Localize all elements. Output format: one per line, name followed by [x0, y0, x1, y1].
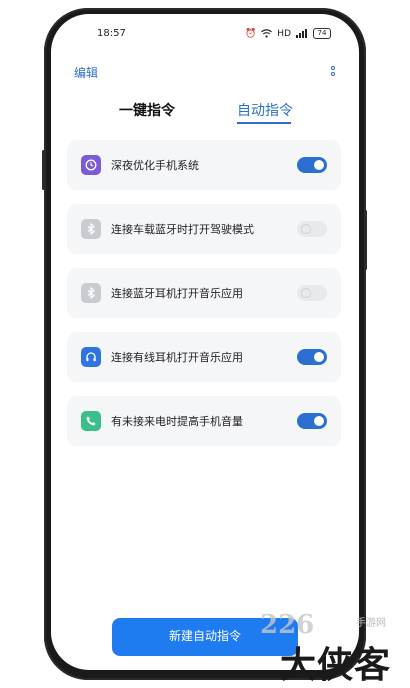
- signal-icon: [296, 29, 307, 38]
- screen: 18:57 ⏰ HD 74 编辑 一键指令 自动指令 深夜优化手机系统 连接车载…: [51, 14, 359, 670]
- item-label: 连接蓝牙耳机打开音乐应用: [111, 287, 243, 300]
- toggle-switch[interactable]: [297, 413, 327, 429]
- list-item[interactable]: 连接车载蓝牙时打开驾驶模式: [67, 204, 341, 254]
- alarm-icon: ⏰: [245, 28, 257, 39]
- list-item[interactable]: 深夜优化手机系统: [67, 140, 341, 190]
- toggle-switch[interactable]: [297, 157, 327, 173]
- status-time: 18:57: [97, 28, 126, 39]
- list-item[interactable]: 有未接来电时提高手机音量: [67, 396, 341, 446]
- battery-icon: 74: [313, 28, 331, 39]
- hd-label: HD: [277, 28, 291, 39]
- bluetooth-icon: [81, 219, 101, 239]
- volume-button: [42, 150, 45, 190]
- toggle-switch[interactable]: [297, 221, 327, 237]
- new-auto-command-button[interactable]: 新建自动指令: [112, 618, 298, 656]
- phone-icon: [81, 411, 101, 431]
- list-item[interactable]: 连接蓝牙耳机打开音乐应用: [67, 268, 341, 318]
- toggle-switch[interactable]: [297, 285, 327, 301]
- item-label: 深夜优化手机系统: [111, 159, 199, 172]
- headset-icon: [81, 347, 101, 367]
- item-label: 有未接来电时提高手机音量: [111, 415, 243, 428]
- edit-button[interactable]: 编辑: [74, 64, 98, 81]
- more-options-icon[interactable]: [331, 66, 335, 78]
- item-label: 连接车载蓝牙时打开驾驶模式: [111, 223, 254, 236]
- tab-auto-commands[interactable]: 自动指令: [237, 100, 293, 120]
- status-bar: 18:57 ⏰ HD 74: [51, 28, 359, 44]
- toggle-switch[interactable]: [297, 349, 327, 365]
- active-tab-indicator: [237, 122, 291, 124]
- item-label: 连接有线耳机打开音乐应用: [111, 351, 243, 364]
- wifi-icon: [261, 29, 273, 38]
- power-button: [364, 210, 367, 270]
- tab-one-click-commands[interactable]: 一键指令: [119, 100, 175, 120]
- bluetooth-icon: [81, 283, 101, 303]
- status-icons: ⏰ HD 74: [245, 28, 331, 39]
- tab-bar: 一键指令 自动指令: [51, 100, 359, 130]
- clock-icon: [81, 155, 101, 175]
- list-item[interactable]: 连接有线耳机打开音乐应用: [67, 332, 341, 382]
